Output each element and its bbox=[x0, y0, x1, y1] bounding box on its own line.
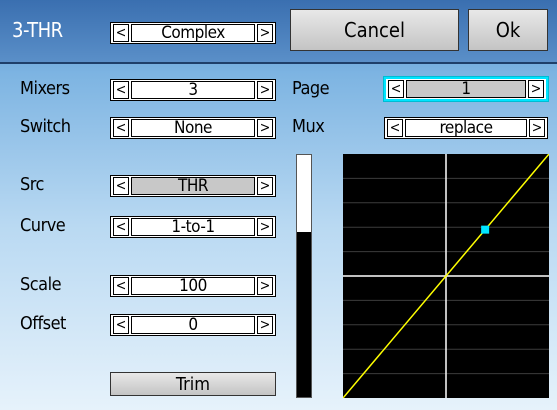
curve-graph bbox=[342, 153, 550, 399]
mixers-value: 3 bbox=[131, 80, 255, 100]
switch-value: None bbox=[131, 118, 255, 138]
switch-label: Switch bbox=[20, 116, 71, 137]
arrow-right-icon[interactable]: > bbox=[257, 316, 273, 334]
src-label: Src bbox=[20, 174, 44, 195]
cancel-button[interactable]: Cancel bbox=[290, 9, 459, 51]
arrow-right-icon[interactable]: > bbox=[257, 24, 273, 42]
src-field[interactable]: < THR > bbox=[110, 175, 276, 197]
mode-value: Complex bbox=[131, 23, 255, 43]
mixers-label: Mixers bbox=[20, 78, 70, 99]
output-level-fill bbox=[297, 232, 311, 397]
mixer-title: 3-THR bbox=[12, 18, 63, 42]
offset-field[interactable]: < 0 > bbox=[110, 314, 276, 336]
arrow-right-icon[interactable]: > bbox=[257, 81, 273, 99]
arrow-left-icon[interactable]: < bbox=[113, 277, 129, 295]
arrow-left-icon[interactable]: < bbox=[113, 177, 129, 195]
arrow-left-icon[interactable]: < bbox=[113, 24, 129, 42]
scale-label: Scale bbox=[20, 274, 62, 295]
arrow-left-icon[interactable]: < bbox=[113, 316, 129, 334]
curve-chart bbox=[342, 153, 550, 399]
offset-label: Offset bbox=[20, 313, 66, 334]
arrow-right-icon[interactable]: > bbox=[528, 80, 544, 98]
mixers-field[interactable]: < 3 > bbox=[110, 79, 276, 101]
curve-label: Curve bbox=[20, 215, 66, 236]
ok-button[interactable]: Ok bbox=[468, 9, 548, 51]
src-value: THR bbox=[131, 176, 255, 196]
curve-value: 1-to-1 bbox=[131, 217, 255, 237]
curve-marker bbox=[481, 225, 490, 234]
switch-field[interactable]: < None > bbox=[110, 117, 276, 139]
arrow-left-icon[interactable]: < bbox=[388, 80, 404, 98]
page-field[interactable]: < 1 > bbox=[384, 77, 548, 101]
mux-value: replace bbox=[405, 118, 527, 138]
arrow-left-icon[interactable]: < bbox=[387, 119, 403, 137]
arrow-right-icon[interactable]: > bbox=[257, 119, 273, 137]
arrow-right-icon[interactable]: > bbox=[257, 277, 273, 295]
offset-value: 0 bbox=[131, 315, 255, 335]
trim-button[interactable]: Trim bbox=[110, 372, 276, 396]
arrow-right-icon[interactable]: > bbox=[257, 218, 273, 236]
scale-field[interactable]: < 100 > bbox=[110, 275, 276, 297]
arrow-right-icon[interactable]: > bbox=[529, 119, 545, 137]
arrow-right-icon[interactable]: > bbox=[257, 177, 273, 195]
mux-label: Mux bbox=[292, 116, 325, 137]
page-label: Page bbox=[292, 78, 330, 99]
arrow-left-icon[interactable]: < bbox=[113, 119, 129, 137]
mux-field[interactable]: < replace > bbox=[384, 117, 548, 139]
scale-value: 100 bbox=[131, 276, 255, 296]
mode-selector[interactable]: < Complex > bbox=[110, 22, 276, 44]
page-value: 1 bbox=[406, 79, 526, 99]
arrow-left-icon[interactable]: < bbox=[113, 218, 129, 236]
header-bar: 3-THR < Complex > Cancel Ok bbox=[0, 0, 557, 64]
output-level-bar bbox=[296, 154, 312, 398]
mixer-edit-screen: 3-THR < Complex > Cancel Ok Mixers Switc… bbox=[0, 0, 557, 410]
curve-field[interactable]: < 1-to-1 > bbox=[110, 216, 276, 238]
arrow-left-icon[interactable]: < bbox=[113, 81, 129, 99]
